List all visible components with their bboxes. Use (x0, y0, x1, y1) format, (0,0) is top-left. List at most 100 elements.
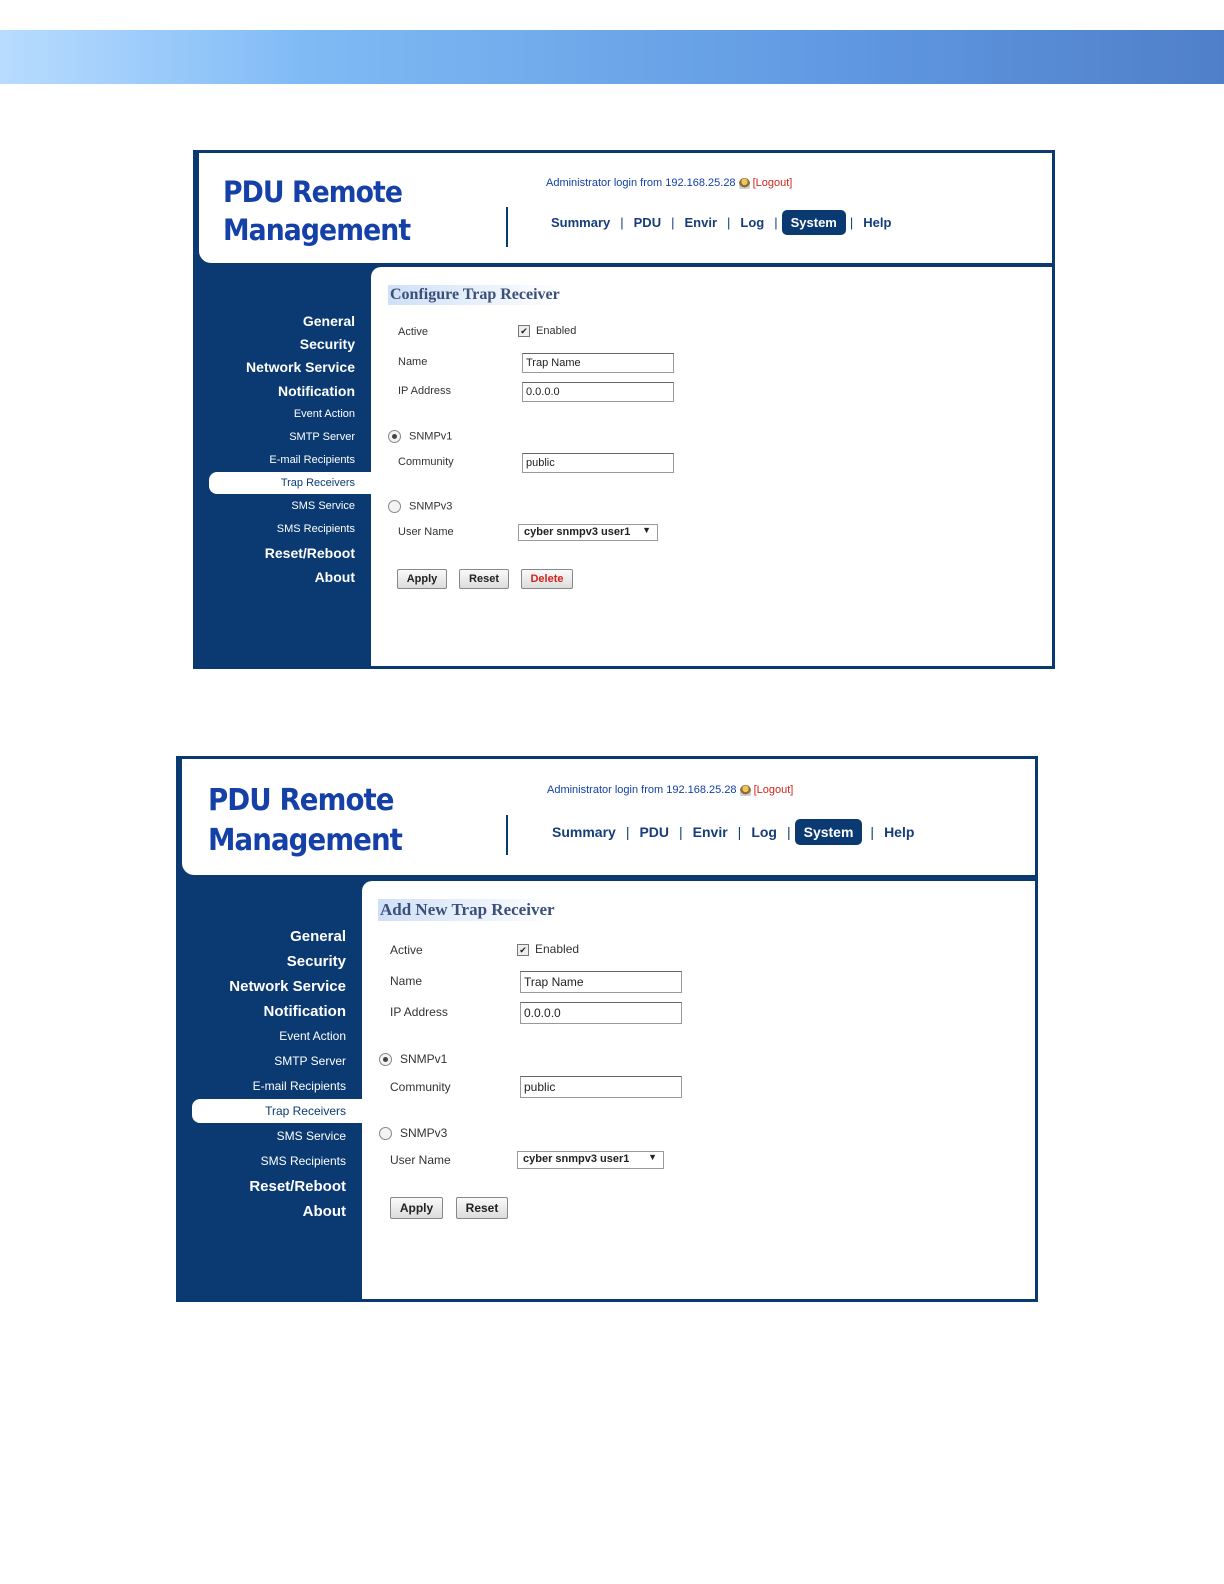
user-name-label: User Name (398, 526, 454, 538)
logout-link[interactable]: [Logout] (754, 784, 794, 796)
sidebar-item-trap-receivers[interactable]: Trap Receivers (192, 1099, 362, 1123)
sidebar-item-event-action[interactable]: Event Action (199, 407, 371, 430)
sidebar-item-security[interactable]: Security (199, 336, 371, 359)
logo-line-1: PDU Remote (223, 175, 403, 209)
main-nav: Summary | PDU | Envir | Log | System | H… (551, 210, 891, 235)
sidebar-item-about[interactable]: About (182, 1203, 362, 1228)
apply-button[interactable]: Apply (397, 569, 447, 589)
apply-button[interactable]: Apply (390, 1197, 443, 1219)
sidebar-item-general[interactable]: General (182, 928, 362, 953)
page-top-band (0, 30, 1224, 84)
sidebar-item-sms-recipients[interactable]: SMS Recipients (182, 1153, 362, 1178)
nav-summary[interactable]: Summary (551, 215, 610, 230)
app-header: PDU Remote Management Administrator logi… (199, 153, 1052, 263)
page-title: Configure Trap Receiver (388, 285, 562, 305)
reset-button[interactable]: Reset (456, 1197, 508, 1219)
reset-button[interactable]: Reset (459, 569, 509, 589)
nav-separator: | (620, 215, 624, 230)
logo-line-2: Management (223, 213, 411, 247)
sidebar: General Security Network Service Notific… (199, 263, 371, 666)
snmpv1-radio[interactable] (388, 430, 401, 443)
screenshot-add-new-trap-receiver: PDU Remote Management Administrator logi… (176, 756, 1038, 1302)
user-name-select[interactable]: cyber snmpv3 user1 ▼ (518, 524, 658, 541)
snmpv3-radio[interactable] (388, 500, 401, 513)
nav-log[interactable]: Log (740, 215, 764, 230)
enabled-checkbox-row: ✔ Enabled (517, 942, 579, 956)
sidebar-item-smtp-server[interactable]: SMTP Server (182, 1053, 362, 1078)
ip-address-input[interactable] (520, 1002, 682, 1024)
nav-log[interactable]: Log (751, 824, 777, 840)
nav-system[interactable]: System (794, 819, 863, 845)
ip-address-input[interactable] (522, 382, 674, 402)
nav-separator: | (727, 215, 731, 230)
nav-pdu[interactable]: PDU (634, 215, 661, 230)
sidebar-item-about[interactable]: About (199, 569, 371, 593)
nav-separator: | (737, 824, 742, 840)
nav-separator: | (671, 215, 675, 230)
sidebar-item-notification[interactable]: Notification (182, 1003, 362, 1028)
snmpv3-radio[interactable] (379, 1127, 392, 1141)
sidebar-item-sms-recipients[interactable]: SMS Recipients (199, 522, 371, 545)
nav-system[interactable]: System (781, 210, 846, 235)
content-panel: Configure Trap Receiver Active ✔ Enabled … (371, 267, 1052, 666)
nav-separator: | (774, 215, 778, 230)
login-text: Administrator login from 192.168.25.28 (546, 177, 736, 189)
snmpv1-radio[interactable] (379, 1053, 392, 1067)
header-divider (506, 815, 508, 855)
sidebar-item-sms-service[interactable]: SMS Service (182, 1128, 362, 1153)
sidebar-item-reset-reboot[interactable]: Reset/Reboot (182, 1178, 362, 1203)
nav-separator: | (870, 824, 875, 840)
chevron-down-icon: ▼ (642, 525, 651, 535)
community-input[interactable] (522, 453, 674, 473)
screenshot-configure-trap-receiver: PDU Remote Management Administrator logi… (193, 150, 1055, 669)
user-name-select-value: cyber snmpv3 user1 (523, 1153, 630, 1165)
nav-separator: | (679, 824, 683, 840)
logout-link[interactable]: [Logout] (753, 177, 793, 189)
snmpv3-label: SNMPv3 (409, 500, 453, 513)
snmpv1-option: SNMPv1 (388, 430, 452, 443)
logo-line-2: Management (208, 823, 403, 858)
user-name-label: User Name (390, 1153, 451, 1167)
sidebar-item-event-action[interactable]: Event Action (182, 1028, 362, 1053)
sidebar-item-sms-service[interactable]: SMS Service (199, 499, 371, 522)
sidebar-item-smtp-server[interactable]: SMTP Server (199, 430, 371, 453)
ip-address-label: IP Address (398, 385, 451, 397)
page-title: Add New Trap Receiver (378, 899, 557, 921)
nav-help[interactable]: Help (884, 824, 914, 840)
delete-button[interactable]: Delete (521, 569, 573, 589)
nav-envir[interactable]: Envir (684, 215, 717, 230)
user-name-select[interactable]: cyber snmpv3 user1 ▼ (517, 1151, 664, 1169)
sidebar-item-network-service[interactable]: Network Service (199, 359, 371, 383)
name-label: Name (390, 974, 423, 988)
sidebar-item-trap-receivers[interactable]: Trap Receivers (209, 472, 371, 494)
nav-pdu[interactable]: PDU (639, 824, 669, 840)
user-name-select-value: cyber snmpv3 user1 (524, 526, 631, 538)
sidebar-item-reset-reboot[interactable]: Reset/Reboot (199, 545, 371, 569)
enabled-checkbox-row: ✔ Enabled (518, 325, 576, 338)
name-input[interactable] (520, 971, 682, 993)
sidebar-item-security[interactable]: Security (182, 953, 362, 978)
user-lock-icon (739, 784, 751, 796)
sidebar-item-notification[interactable]: Notification (199, 383, 371, 407)
nav-summary[interactable]: Summary (552, 824, 616, 840)
snmpv3-option: SNMPv3 (388, 500, 452, 513)
nav-separator: | (849, 215, 854, 230)
login-status: Administrator login from 192.168.25.28 [… (546, 177, 792, 189)
nav-separator: | (625, 824, 630, 840)
user-lock-icon (738, 177, 750, 189)
content-panel: Add New Trap Receiver Active ✔ Enabled Na… (362, 881, 1035, 1299)
app-logo: PDU Remote Management (208, 781, 403, 861)
name-label: Name (398, 356, 428, 368)
app-header: PDU Remote Management Administrator logi… (182, 759, 1035, 875)
ip-address-label: IP Address (390, 1005, 448, 1019)
active-label: Active (398, 326, 428, 338)
name-input[interactable] (522, 353, 674, 373)
enabled-checkbox[interactable]: ✔ (518, 325, 530, 338)
nav-help[interactable]: Help (863, 215, 891, 230)
community-input[interactable] (520, 1076, 682, 1098)
main-nav: Summary | PDU | Envir | Log | System | H… (552, 819, 914, 845)
sidebar-item-network-service[interactable]: Network Service (182, 978, 362, 1003)
nav-envir[interactable]: Envir (693, 824, 728, 840)
sidebar-item-general[interactable]: General (199, 313, 371, 336)
enabled-checkbox[interactable]: ✔ (517, 943, 529, 956)
